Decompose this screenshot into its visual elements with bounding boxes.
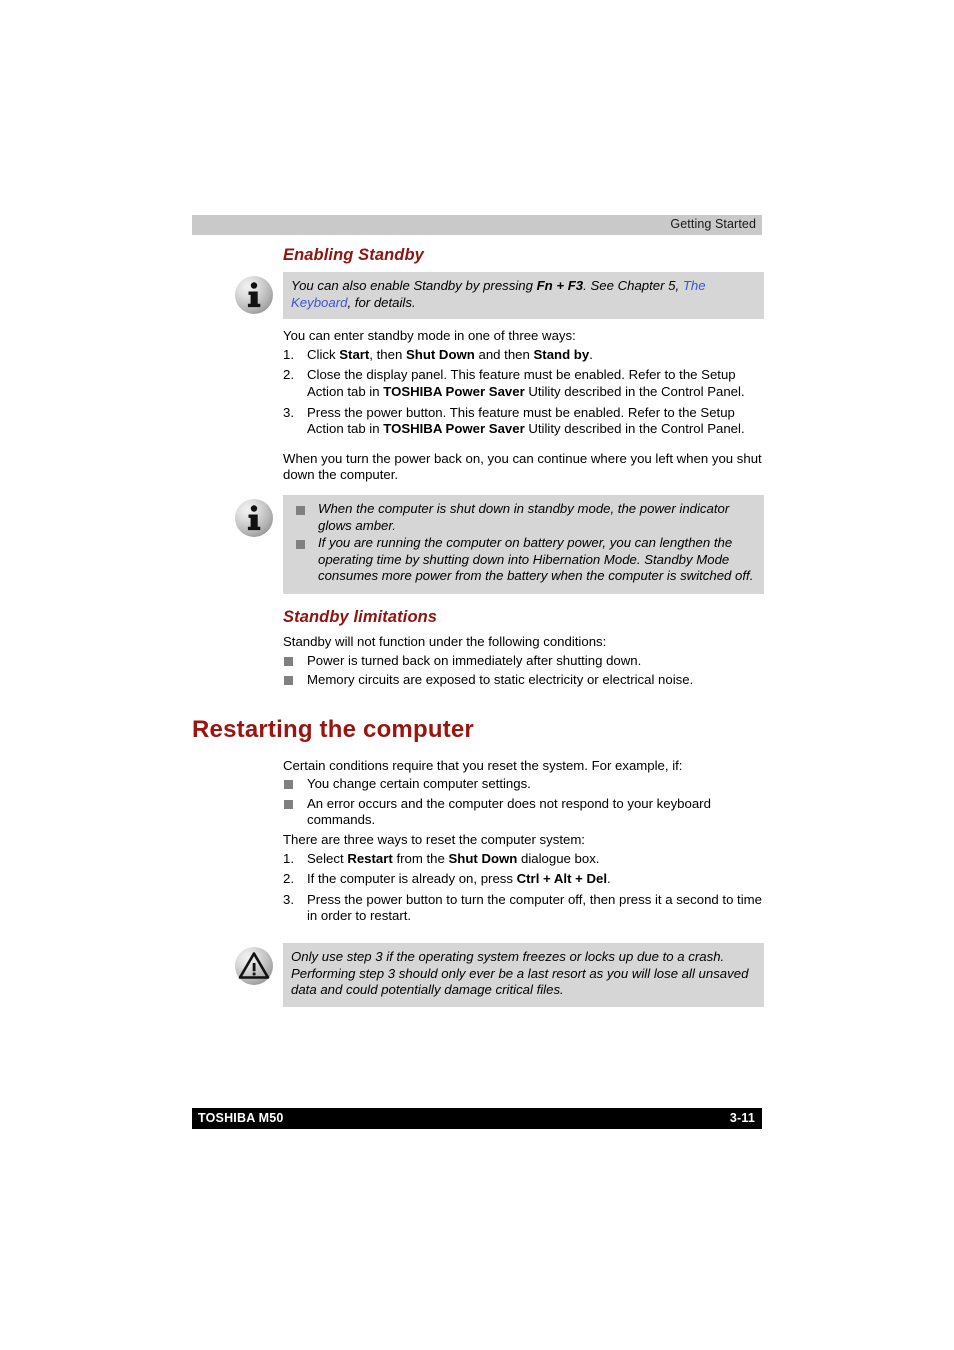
list-number: 3. xyxy=(283,404,294,420)
list-text-part: . xyxy=(607,871,611,887)
list-standby-limitations: Power is turned back on immediately afte… xyxy=(283,653,764,689)
info-icon-glyph xyxy=(247,282,261,308)
info-icon xyxy=(235,276,273,314)
list-number: 2. xyxy=(283,367,294,383)
list-item-label: When the computer is shut down in standb… xyxy=(318,500,730,533)
list-item: 1. Click Start, then Shut Down and then … xyxy=(283,347,764,364)
note-text-part1: You can also enable Standby by pressing xyxy=(291,278,537,293)
list-item-label: Power is turned back on immediately afte… xyxy=(307,652,642,668)
list-item-label: An error occurs and the computer does no… xyxy=(307,795,711,828)
info-icon xyxy=(235,498,273,537)
note-text-part2: . See Chapter 5, xyxy=(583,278,683,293)
list-item: Power is turned back on immediately afte… xyxy=(283,653,764,670)
page-footer-bar: TOSHIBA M50 3-11 xyxy=(192,1108,762,1129)
list-item: When the computer is shut down in standb… xyxy=(291,501,758,534)
document-page: Getting Started Enabling Standby You can… xyxy=(0,0,954,1350)
list-text-part: Utility described in the Control Panel. xyxy=(524,383,745,399)
heading-restarting-the-computer: Restarting the computer xyxy=(192,715,474,743)
list-text-bold: Start xyxy=(339,346,370,362)
square-bullet-icon xyxy=(284,780,293,790)
list-text-bold: Shut Down xyxy=(405,346,475,362)
warning-icon-glyph xyxy=(238,952,270,979)
heading-enabling-standby: Enabling Standby xyxy=(283,246,424,264)
footer-product-name: TOSHIBA M50 xyxy=(198,1111,284,1125)
list-text-part: . xyxy=(589,346,593,362)
list-text-part: and then xyxy=(474,346,534,362)
list-item-label: If you are running the computer on batte… xyxy=(318,535,754,584)
square-bullet-icon xyxy=(284,799,293,809)
list-text-part: dialogue box. xyxy=(517,850,600,866)
list-number: 2. xyxy=(283,871,294,887)
list-text-bold: Restart xyxy=(347,850,393,866)
page-header-bar: Getting Started xyxy=(192,215,762,235)
document-content: Enabling Standby You can also enable Sta… xyxy=(192,246,764,1007)
list-text-part: Utility described in the Control Panel. xyxy=(524,421,745,437)
list-number: 1. xyxy=(283,850,294,866)
list-restart-conditions: You change certain computer settings. An… xyxy=(283,776,764,829)
list-text-part: , then xyxy=(369,346,406,362)
list-text-part: Select xyxy=(307,850,348,866)
square-bullet-icon xyxy=(296,505,305,515)
list-text-bold: Shut Down xyxy=(448,850,518,866)
list-text-part: If the computer is already on, press xyxy=(307,871,517,887)
square-bullet-icon xyxy=(296,540,305,550)
list-item: If you are running the computer on batte… xyxy=(291,535,758,585)
note-block-standby-tips: When the computer is shut down in standb… xyxy=(192,494,764,594)
list-number: 1. xyxy=(283,346,294,362)
list-restart-ways: 1. Select Restart from the Shut Down dia… xyxy=(283,851,764,925)
list-item: An error occurs and the computer does no… xyxy=(283,796,764,829)
paragraph-restart-intro2: There are three ways to reset the comput… xyxy=(283,832,585,848)
note-text-part3: , for details. xyxy=(347,294,416,310)
list-item: Memory circuits are exposed to static el… xyxy=(283,672,764,689)
footer-page-number: 3-11 xyxy=(729,1111,755,1125)
note-box: You can also enable Standby by pressing … xyxy=(283,272,764,320)
list-item: 2. If the computer is already on, press … xyxy=(283,871,764,888)
list-item: 1. Select Restart from the Shut Down dia… xyxy=(283,851,764,868)
list-item-label: Memory circuits are exposed to static el… xyxy=(307,672,694,688)
square-bullet-icon xyxy=(284,656,293,666)
square-bullet-icon xyxy=(284,676,293,686)
paragraph-restart-intro: Certain conditions require that you rese… xyxy=(283,757,683,773)
list-text-bold: TOSHIBA Power Saver xyxy=(383,383,525,399)
paragraph-standby-intro: You can enter standby mode in one of thr… xyxy=(283,328,576,344)
list-text-bold: Ctrl + Alt + Del xyxy=(516,871,608,887)
list-item: You change certain computer settings. xyxy=(283,776,764,793)
note-text-bold1: Fn + F3 xyxy=(536,278,584,293)
paragraph-standby-outro: When you turn the power back on, you can… xyxy=(283,450,762,483)
page-header-title: Getting Started xyxy=(670,217,756,231)
list-number: 3. xyxy=(283,891,294,907)
list-item: 3. Press the power button. This feature … xyxy=(283,405,764,438)
list-text-bold: Stand by xyxy=(533,346,590,362)
list-text-part: from the xyxy=(392,850,449,866)
list-text-bold: TOSHIBA Power Saver xyxy=(383,421,525,437)
note-bullet-list: When the computer is shut down in standb… xyxy=(291,501,758,585)
caution-block-step3: Only use step 3 if the operating system … xyxy=(192,943,764,1007)
list-item: 2. Close the display panel. This feature… xyxy=(283,367,764,400)
note-block-fn-f3: You can also enable Standby by pressing … xyxy=(192,272,764,320)
caution-box: Only use step 3 if the operating system … xyxy=(283,943,764,1007)
heading-standby-limitations: Standby limitations xyxy=(283,607,438,626)
list-standby-ways: 1. Click Start, then Shut Down and then … xyxy=(283,347,764,438)
note-text: You can also enable Standby by pressing … xyxy=(291,278,758,311)
list-item: 3. Press the power button to turn the co… xyxy=(283,892,764,925)
list-item-label: You change certain computer settings. xyxy=(307,776,531,792)
note-box: When the computer is shut down in standb… xyxy=(283,494,764,594)
caution-text: Only use step 3 if the operating system … xyxy=(291,949,749,998)
info-icon-glyph xyxy=(247,505,261,531)
warning-icon xyxy=(235,947,273,986)
paragraph-limitations-intro: Standby will not function under the foll… xyxy=(283,633,607,649)
list-text-part: Press the power button to turn the compu… xyxy=(307,891,762,924)
list-text-part: Click xyxy=(307,346,340,362)
